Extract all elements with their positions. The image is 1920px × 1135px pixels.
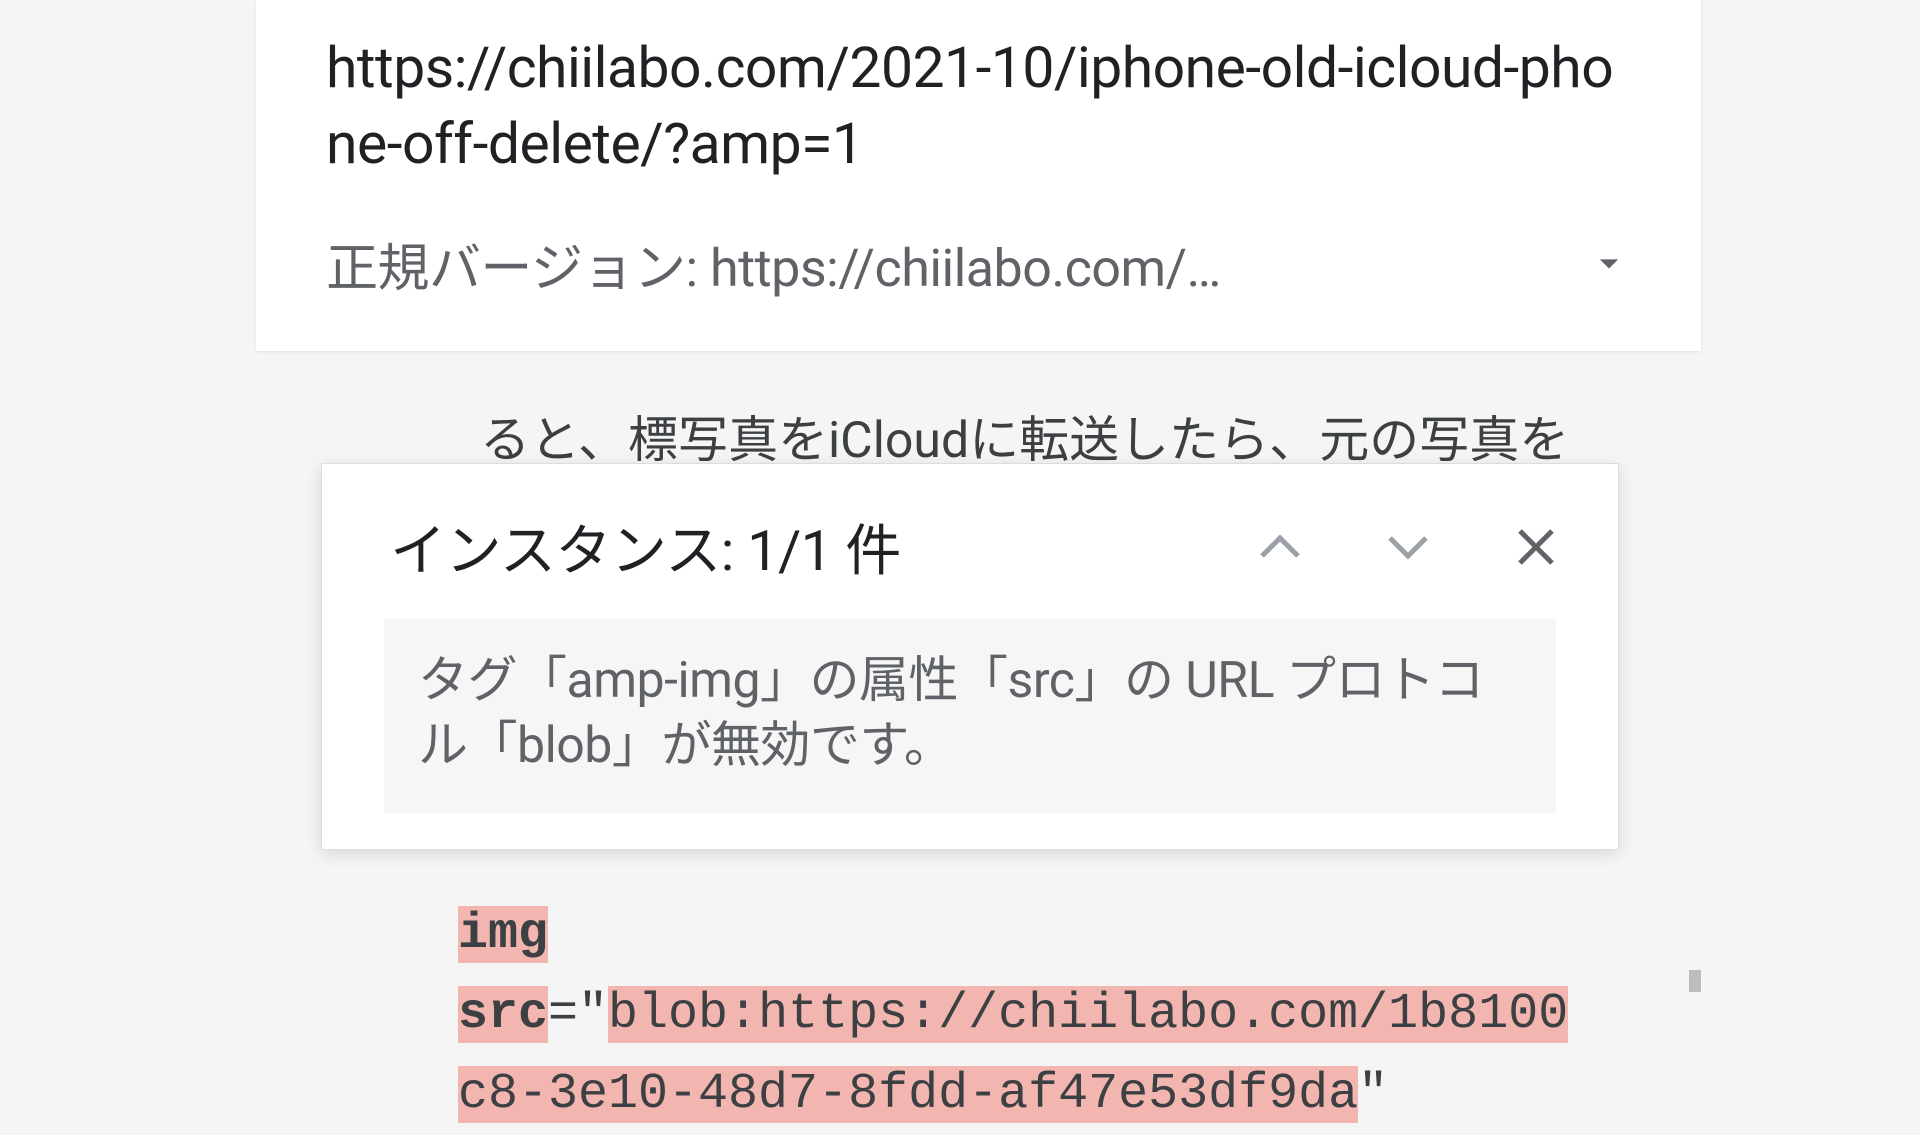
- canonical-row[interactable]: 正規バージョン: https://chiilabo.com/…: [326, 226, 1631, 301]
- code-eq: =: [548, 986, 578, 1043]
- code-val-line2: c8-3e10-48d7-8fdd-af47e53df9da: [458, 1066, 1358, 1123]
- code-val-line1: blob:https://chiilabo.com/1b8100: [608, 986, 1568, 1043]
- instance-popup: インスタンス: 1/1 件 タグ「amp-img」の属性「src」の URL プ…: [321, 463, 1619, 850]
- page-url: https://chiilabo.com/2021-10/iphone-old-…: [326, 30, 1631, 182]
- code-quote-close: ": [1358, 1066, 1388, 1123]
- chevron-up-icon[interactable]: [1256, 532, 1304, 562]
- code-attr: src: [458, 986, 548, 1043]
- scrollbar-thumb[interactable]: [1689, 970, 1701, 992]
- canonical-version-text: 正規バージョン: https://chiilabo.com/…: [326, 226, 1221, 301]
- code-tag: img: [458, 906, 548, 963]
- instance-header: インスタンス: 1/1 件: [322, 464, 1618, 619]
- chevron-down-icon[interactable]: [1384, 532, 1432, 562]
- code-quote-open: ": [578, 986, 608, 1043]
- url-info-panel: https://chiilabo.com/2021-10/iphone-old-…: [256, 0, 1701, 351]
- instance-nav-controls: [1256, 523, 1560, 571]
- code-area: img src="blob:https://chiilabo.com/1b810…: [458, 895, 1701, 1135]
- error-message: タグ「amp-img」の属性「src」の URL プロトコル「blob」が無効で…: [384, 619, 1556, 813]
- instance-title: インスタンス: 1/1 件: [390, 506, 1256, 587]
- close-icon[interactable]: [1512, 523, 1560, 571]
- chevron-down-icon[interactable]: [1581, 235, 1637, 291]
